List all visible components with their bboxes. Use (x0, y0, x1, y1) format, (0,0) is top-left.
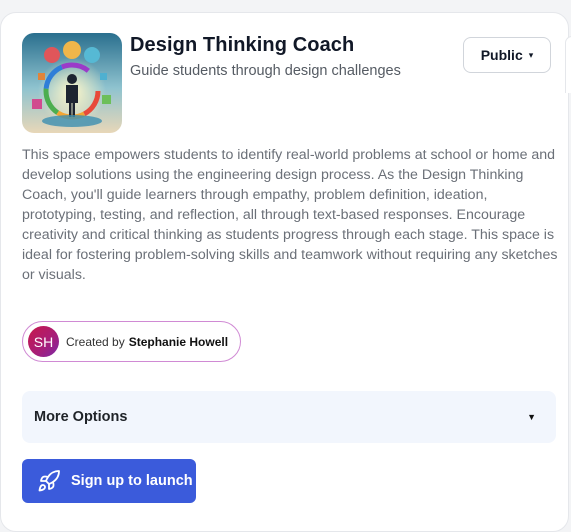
more-options-label: More Options (34, 409, 128, 425)
design-thinking-illustration-icon (22, 33, 122, 133)
space-thumbnail (22, 33, 122, 133)
rocket-icon (38, 470, 60, 492)
avatar: SH (28, 326, 59, 357)
space-subtitle: Guide students through design challenges (130, 63, 401, 79)
visibility-label: Public (480, 47, 523, 63)
creator-name: Stephanie Howell (128, 334, 229, 349)
creator-badge[interactable]: SH Created by Stephanie Howell (22, 321, 241, 362)
caret-down-icon: ▾ (528, 49, 534, 60)
launch-label: Sign up to launch (71, 473, 193, 489)
more-options-toggle[interactable]: More Options ▼ (22, 391, 556, 443)
created-by-label: Created by (66, 334, 125, 349)
chevron-down-icon: ▼ (527, 412, 536, 422)
sign-up-to-launch-button[interactable]: Sign up to launch (22, 459, 196, 503)
space-title: Design Thinking Coach (130, 34, 355, 56)
adjacent-card-edge (565, 36, 571, 93)
space-description: This space empowers students to identify… (22, 147, 558, 283)
visibility-dropdown[interactable]: Public ▾ (463, 37, 551, 73)
